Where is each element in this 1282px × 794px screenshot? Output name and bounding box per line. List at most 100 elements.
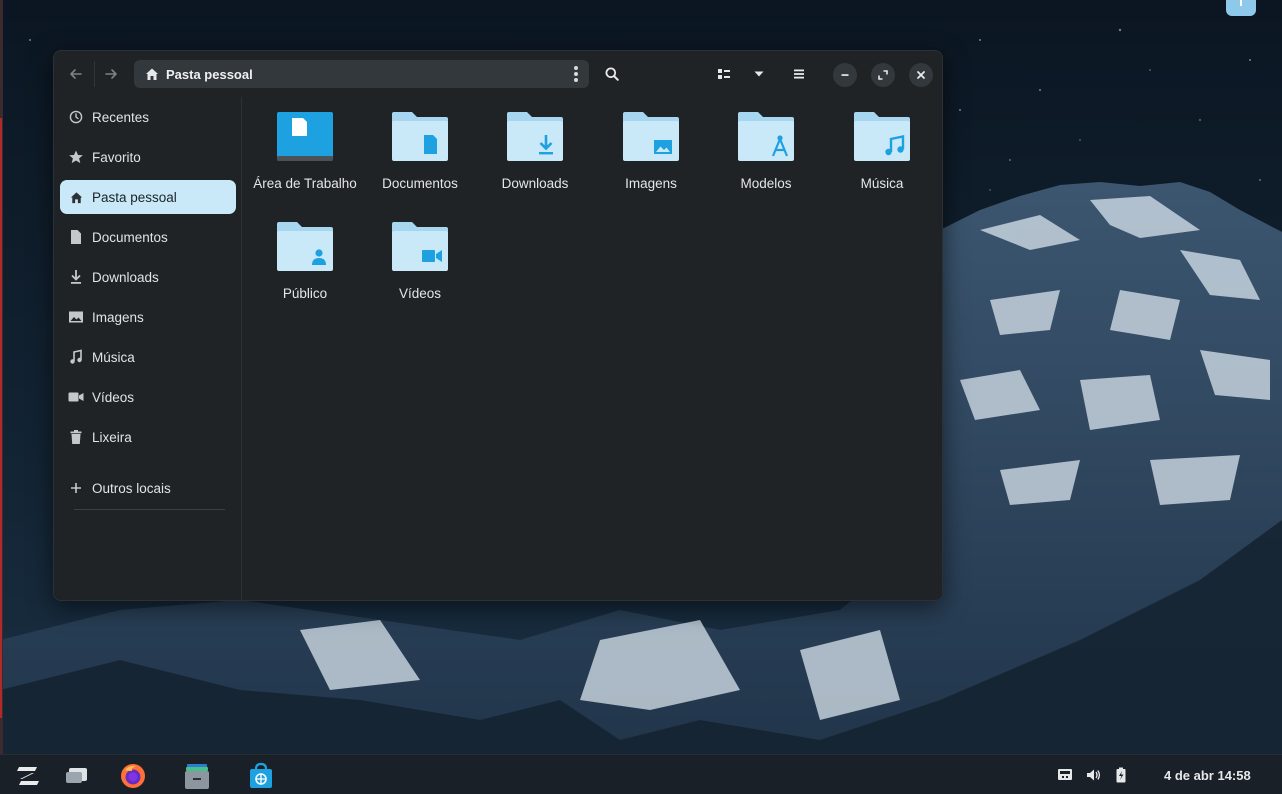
document-icon xyxy=(68,229,84,245)
home-icon xyxy=(68,189,84,205)
grid-view-icon xyxy=(718,69,730,79)
taskbar: 4 de abr 14:58 xyxy=(0,754,1282,794)
downloads-folder-icon xyxy=(507,112,563,161)
arrow-right-icon xyxy=(105,69,117,79)
videos-folder-icon xyxy=(392,222,448,271)
files-icon xyxy=(185,764,209,789)
view-toggle-button[interactable] xyxy=(711,62,737,86)
templates-folder-icon xyxy=(738,112,794,161)
sidebar-item-recentes[interactable]: Recentes xyxy=(60,100,236,134)
main-menu-button[interactable] xyxy=(786,62,812,86)
firefox-icon xyxy=(121,764,145,788)
workspaces-button[interactable] xyxy=(62,761,92,791)
documents-folder-icon xyxy=(392,112,448,161)
view-options-button[interactable] xyxy=(746,62,772,86)
sidebar-item-label: Vídeos xyxy=(92,389,135,405)
firefox-button[interactable] xyxy=(118,761,148,791)
sidebar-item-pasta-pessoal[interactable]: Pasta pessoal xyxy=(60,180,236,214)
file-label: Downloads xyxy=(501,176,569,191)
sidebar-item-label: Downloads xyxy=(92,269,159,285)
path-menu-button[interactable] xyxy=(573,66,579,82)
battery-button[interactable] xyxy=(1113,767,1129,783)
video-icon xyxy=(68,389,84,405)
volume-button[interactable] xyxy=(1085,767,1101,783)
file-label: Documentos xyxy=(382,176,458,191)
minimize-icon xyxy=(841,74,849,76)
file-item-downloads[interactable]: Downloads xyxy=(480,112,590,192)
home-icon xyxy=(146,68,158,80)
file-label: Área de Trabalho xyxy=(253,176,357,191)
file-item-publico[interactable]: Público xyxy=(250,222,360,302)
sidebar-separator xyxy=(74,509,225,510)
sidebar-item-favorito[interactable]: Favorito xyxy=(60,140,236,174)
arrow-left-icon xyxy=(70,69,82,79)
notification-indicator-icon[interactable] xyxy=(1226,0,1256,16)
clock[interactable]: 4 de abr 14:58 xyxy=(1164,768,1251,783)
nav-separator xyxy=(94,61,95,87)
sidebar-item-label: Recentes xyxy=(92,109,150,125)
file-item-area-de-trabalho[interactable]: Área de Trabalho xyxy=(250,112,360,192)
image-icon xyxy=(68,309,84,325)
maximize-button[interactable] xyxy=(871,63,895,87)
sidebar-item-outros-locais[interactable]: Outros locais xyxy=(60,471,236,505)
hamburger-menu-icon xyxy=(794,69,804,79)
star-icon xyxy=(68,149,84,165)
pictures-folder-icon xyxy=(623,112,679,161)
sidebar-item-label: Favorito xyxy=(92,149,141,165)
search-button[interactable] xyxy=(599,62,625,86)
file-item-imagens[interactable]: Imagens xyxy=(596,112,706,192)
desktop-folder-icon xyxy=(277,112,333,161)
download-icon xyxy=(68,269,84,285)
sidebar-item-videos[interactable]: Vídeos xyxy=(60,380,236,414)
public-folder-icon xyxy=(277,222,333,271)
sidebar-item-downloads[interactable]: Downloads xyxy=(60,260,236,294)
search-icon xyxy=(605,67,619,81)
file-label: Imagens xyxy=(625,176,677,191)
path-label: Pasta pessoal xyxy=(166,66,253,82)
sidebar-item-lixeira[interactable]: Lixeira xyxy=(60,420,236,454)
maximize-icon xyxy=(878,70,888,80)
close-button[interactable] xyxy=(909,63,933,87)
path-bar[interactable]: Pasta pessoal xyxy=(134,60,589,88)
sidebar-item-label: Documentos xyxy=(92,229,168,245)
file-item-modelos[interactable]: Modelos xyxy=(711,112,821,192)
file-label: Modelos xyxy=(740,176,792,191)
volume-icon xyxy=(1087,769,1101,781)
sidebar-item-label: Música xyxy=(92,349,135,365)
music-folder-icon xyxy=(854,112,910,161)
desktop-edge-accent xyxy=(0,118,2,718)
close-icon xyxy=(917,71,925,79)
files-button[interactable] xyxy=(182,761,212,791)
file-item-musica[interactable]: Música xyxy=(827,112,937,192)
headerbar: Pasta pessoal xyxy=(54,51,942,97)
software-store-button[interactable] xyxy=(246,761,276,791)
file-label: Vídeos xyxy=(398,286,442,301)
workspaces-icon xyxy=(66,768,87,783)
sidebar-item-musica[interactable]: Música xyxy=(60,340,236,374)
sidebar-item-imagens[interactable]: Imagens xyxy=(60,300,236,334)
sidebar-item-label: Lixeira xyxy=(92,429,132,445)
file-label: Música xyxy=(860,176,904,191)
back-button[interactable] xyxy=(64,63,88,85)
forward-button[interactable] xyxy=(99,63,123,85)
software-store-icon xyxy=(250,762,272,788)
clock-icon xyxy=(68,109,84,125)
file-item-documentos[interactable]: Documentos xyxy=(365,112,475,192)
zorin-menu-button[interactable] xyxy=(13,761,43,791)
file-manager-window: Pasta pessoal Recentes Favorito Pasta pe… xyxy=(53,50,943,601)
sidebar: Recentes Favorito Pasta pessoal Document… xyxy=(54,97,242,600)
zorin-menu-icon xyxy=(17,767,39,785)
network-button[interactable] xyxy=(1057,767,1073,783)
sidebar-item-documentos[interactable]: Documentos xyxy=(60,220,236,254)
file-label: Público xyxy=(282,286,328,301)
battery-icon xyxy=(1116,767,1126,783)
network-icon xyxy=(1058,769,1072,780)
file-item-videos[interactable]: Vídeos xyxy=(365,222,475,302)
chevron-down-icon xyxy=(754,71,764,77)
trash-icon xyxy=(68,429,84,445)
sidebar-item-label: Imagens xyxy=(92,309,144,325)
sidebar-item-label: Outros locais xyxy=(92,480,171,496)
plus-icon xyxy=(68,480,84,496)
sidebar-item-label: Pasta pessoal xyxy=(92,189,177,205)
minimize-button[interactable] xyxy=(833,63,857,87)
